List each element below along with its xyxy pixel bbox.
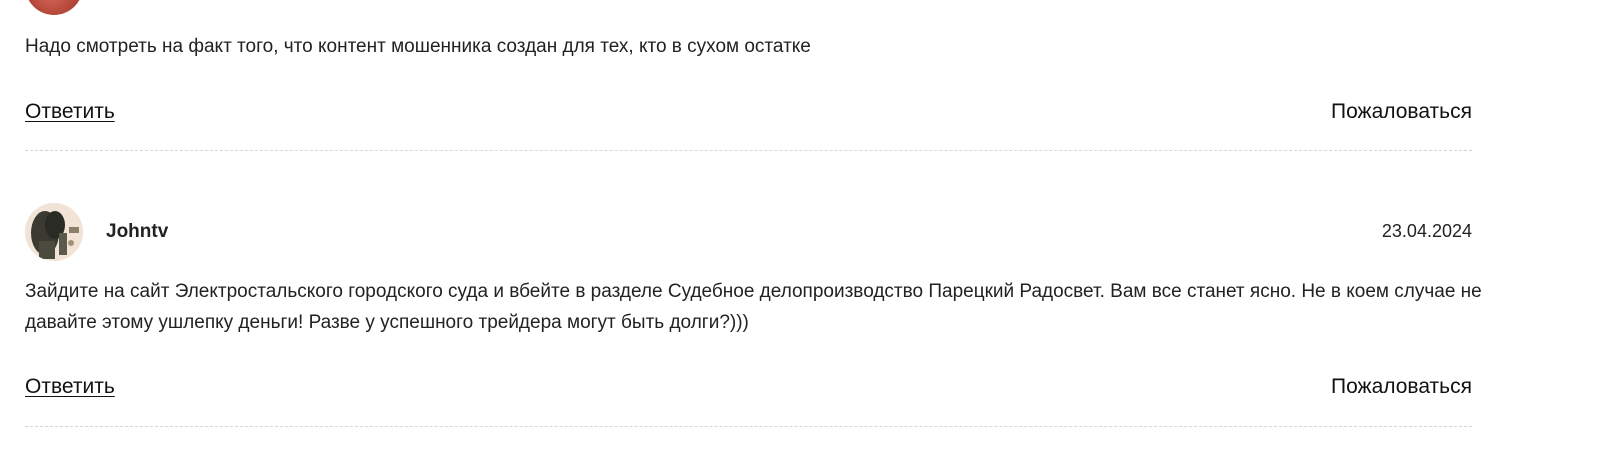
divider bbox=[25, 150, 1472, 151]
reply-button[interactable]: Ответить bbox=[25, 100, 115, 124]
user-photo-icon bbox=[25, 203, 83, 261]
author-name[interactable]: Johntv bbox=[106, 221, 168, 243]
report-button[interactable]: Пожаловаться bbox=[1331, 375, 1472, 399]
comment-header: Johntv 23.04.2024 bbox=[25, 203, 1472, 261]
reply-button[interactable]: Ответить bbox=[25, 375, 115, 399]
comments-section: Надо смотреть на факт того, что контент … bbox=[0, 0, 1600, 456]
avatar bbox=[25, 203, 83, 261]
divider bbox=[25, 426, 1472, 427]
report-button[interactable]: Пожаловаться bbox=[1331, 100, 1472, 124]
avatar bbox=[25, 0, 83, 15]
comment-text: Надо смотреть на факт того, что контент … bbox=[25, 36, 811, 57]
comment-text: Зайдите на сайт Электростальского городс… bbox=[25, 281, 1482, 333]
comment-date: 23.04.2024 bbox=[1381, 221, 1472, 241]
